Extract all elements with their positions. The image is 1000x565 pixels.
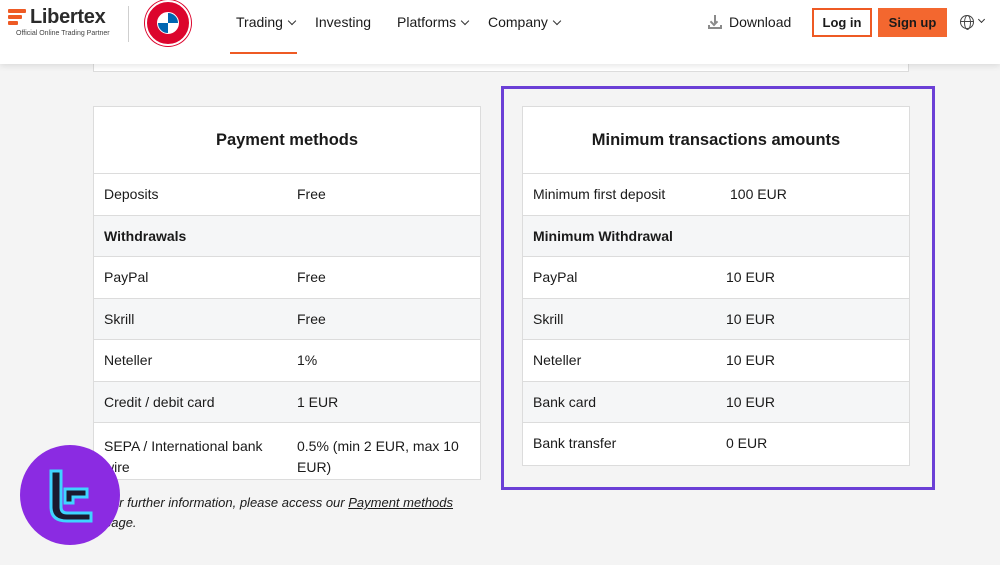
row-value: Free xyxy=(297,269,326,285)
row-label: Credit / debit card xyxy=(104,393,215,410)
row-value: 1% xyxy=(297,352,318,368)
payment-methods-title: Payment methods xyxy=(94,107,480,174)
chevron-down-icon[interactable] xyxy=(977,15,986,24)
nav-platforms-label: Platforms xyxy=(397,14,457,30)
row-value: Free xyxy=(297,310,326,327)
payment-methods-link[interactable]: Payment methods xyxy=(348,495,453,510)
brand-name: Libertex xyxy=(30,6,106,28)
chevron-down-icon xyxy=(552,16,562,25)
signup-button[interactable]: Sign up xyxy=(878,8,947,37)
table-row: SEPA / International bank wire 0.5% (min… xyxy=(94,423,480,479)
nav-trading-label: Trading xyxy=(236,14,283,30)
row-value: 1 EUR xyxy=(297,393,339,410)
download-label: Download xyxy=(729,14,792,30)
row-label: Neteller xyxy=(104,352,153,368)
nav-platforms[interactable]: Platforms xyxy=(397,14,470,30)
nav-trading[interactable]: Trading xyxy=(236,14,297,30)
download-icon xyxy=(708,15,722,29)
footnote: For further information, please access o… xyxy=(104,493,484,533)
row-label: PayPal xyxy=(104,269,149,285)
content-card-edge xyxy=(93,64,909,72)
row-label: Skrill xyxy=(104,310,135,327)
row-value: 0.5% (min 2 EUR, max 10 EUR) xyxy=(297,438,459,475)
nav-company[interactable]: Company xyxy=(488,14,562,30)
table-row: Credit / debit card 1 EUR xyxy=(94,381,480,423)
row-value: Free xyxy=(297,186,326,202)
table-row: Neteller 1% xyxy=(94,340,480,382)
highlight-box xyxy=(501,86,935,490)
logo-divider xyxy=(128,6,129,42)
libertex-logo[interactable]: Libertex Official Online Trading Partner xyxy=(8,6,118,42)
libertex-logo-icon xyxy=(8,9,26,25)
brand-tagline: Official Online Trading Partner xyxy=(16,30,110,37)
row-label: Deposits xyxy=(104,186,159,202)
row-label: SEPA / International bank wire xyxy=(104,438,263,475)
chevron-down-icon xyxy=(287,16,297,25)
nav-company-label: Company xyxy=(488,14,548,30)
nav-investing-label: Investing xyxy=(315,14,372,30)
table-row: PayPal Free xyxy=(94,257,480,299)
section-row: Withdrawals xyxy=(94,215,480,257)
nav-investing[interactable]: Investing xyxy=(315,14,371,30)
table-row: Skrill Free xyxy=(94,298,480,340)
payment-methods-table: Payment methods Deposits Free Withdrawal… xyxy=(93,106,481,480)
fc-bayern-badge-icon xyxy=(145,0,191,46)
login-button[interactable]: Log in xyxy=(812,8,872,37)
table-row: Deposits Free xyxy=(94,174,480,216)
globe-icon[interactable] xyxy=(960,15,974,30)
site-header: Libertex Official Online Trading Partner… xyxy=(0,0,1000,64)
section-label: Withdrawals xyxy=(104,227,187,244)
chevron-down-icon xyxy=(460,16,470,25)
download-link[interactable]: Download xyxy=(708,14,791,30)
footnote-prefix: For further information, please access o… xyxy=(104,495,349,510)
tradingfinder-logo-icon xyxy=(20,445,120,545)
active-nav-indicator xyxy=(230,52,297,54)
